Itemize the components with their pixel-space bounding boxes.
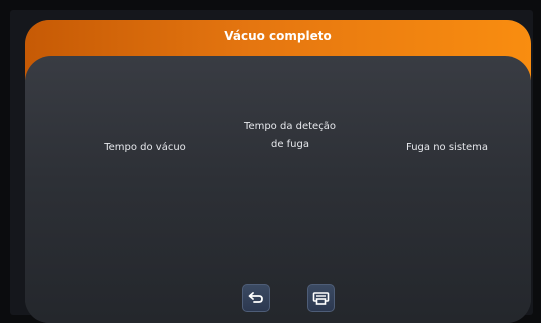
vacuum-time-label: Tempo do vácuo [104, 142, 186, 153]
leak-detection-time-label-line1: Tempo da deteção [244, 121, 336, 132]
vacuum-complete-panel: Vácuo completo Tempo do vácuo Tempo da d… [25, 20, 531, 323]
return-arrow-icon [248, 292, 263, 303]
panel-title: Vácuo completo [224, 29, 332, 43]
back-button[interactable] [242, 284, 270, 312]
leak-detection-time-label-line2: de fuga [270, 139, 309, 150]
printer-icon [312, 292, 330, 305]
leak-detection-time-label: Tempo da deteção de fuga [230, 118, 350, 154]
system-leak-label: Fuga no sistema [406, 142, 488, 153]
panel-body [25, 56, 531, 323]
print-button[interactable] [307, 284, 335, 312]
device-screen: Vácuo completo Tempo do vácuo Tempo da d… [10, 10, 533, 323]
